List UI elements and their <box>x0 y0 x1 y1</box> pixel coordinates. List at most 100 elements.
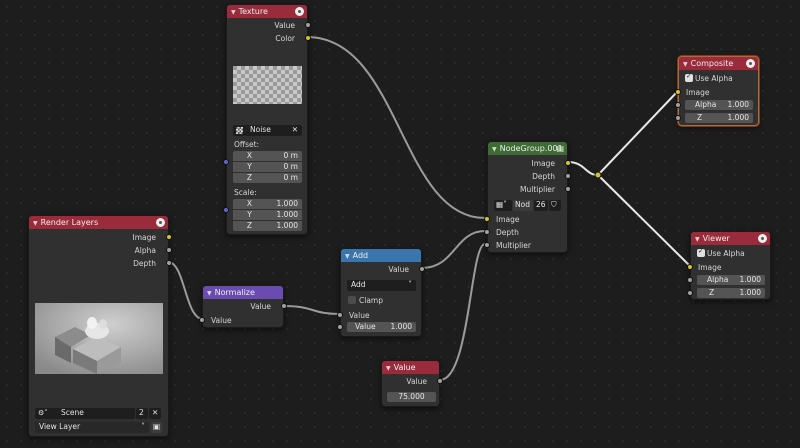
socket-in-alpha[interactable] <box>675 102 681 108</box>
node-title: Composite <box>690 59 734 68</box>
socket-in-multiplier[interactable] <box>484 242 490 248</box>
node-title: Value <box>393 363 416 372</box>
scale-z-field[interactable]: Z 1.000 <box>233 221 302 231</box>
scene-selector[interactable]: ⚙˅ Scene <box>35 408 135 419</box>
value-field[interactable]: 75.000 <box>387 392 436 402</box>
collapse-arrow-icon[interactable]: ▼ <box>33 220 38 227</box>
offset-z-field[interactable]: Z0 m <box>233 173 302 183</box>
socket-out-value[interactable] <box>305 22 311 28</box>
close-icon: ✕ <box>152 408 159 417</box>
use-alpha-checkbox[interactable] <box>697 247 705 257</box>
texture-selector[interactable]: Noise ✕ <box>233 125 302 136</box>
link-group-image-to-reroute <box>567 161 599 176</box>
link-texture-color-to-group-image <box>306 36 486 219</box>
socket-in-z[interactable] <box>687 290 693 296</box>
group-browse-button[interactable]: ▦˅ <box>494 200 512 211</box>
group-users-count[interactable]: 26 <box>534 200 548 211</box>
use-alpha-label: Use Alpha <box>695 74 733 83</box>
z-field[interactable]: Z 1.000 <box>697 288 765 298</box>
fake-user-button[interactable]: ⛉ <box>549 200 561 211</box>
scale-x-field[interactable]: X 1.000 <box>233 199 302 209</box>
scale-label: Scale: <box>234 188 257 197</box>
socket-out-multiplier[interactable] <box>565 186 571 192</box>
add-header[interactable]: ▼ Add <box>341 249 421 262</box>
texture-name: Noise <box>250 125 271 134</box>
output-label-multiplier: Multiplier <box>520 185 555 194</box>
socket-in-depth[interactable] <box>484 229 490 235</box>
composite-node[interactable]: ▼Composite Use Alpha Image Alpha 1.000 Z… <box>675 56 759 126</box>
socket-out-depth[interactable] <box>565 173 571 179</box>
operation-dropdown[interactable]: Add ˅ <box>347 280 416 291</box>
node-title: NodeGroup.001 <box>499 144 563 153</box>
composite-header[interactable]: ▼ Composite <box>679 57 758 70</box>
value-2-field[interactable]: Value 1.000 <box>347 322 416 332</box>
collapse-arrow-icon[interactable]: ▼ <box>207 290 212 297</box>
render-layers-header[interactable]: ▼ Render Layers <box>29 216 168 229</box>
output-label-image: Image <box>132 233 157 242</box>
alpha-field[interactable]: Alpha 1.000 <box>685 100 753 110</box>
socket-in-value-1[interactable] <box>337 312 343 318</box>
render-layer-settings-button[interactable]: ▣ <box>151 422 162 433</box>
render-layers-node[interactable]: ▼ Render Layers Image Alpha Depth ⚙˅ Scen… <box>28 215 172 437</box>
alpha-field[interactable]: Alpha 1.000 <box>697 275 765 285</box>
shield-icon: ⛉ <box>551 200 557 209</box>
scene-name: Scene <box>61 408 84 417</box>
view-layer-dropdown[interactable]: View Layer ˅ <box>35 422 149 433</box>
node-title: Add <box>352 251 369 260</box>
value-node[interactable]: ▼ Value Value 75.000 <box>381 360 443 407</box>
node-title: Texture <box>238 7 268 16</box>
scene-users-count[interactable]: 2 <box>136 408 148 419</box>
value-header[interactable]: ▼ Value <box>382 361 439 374</box>
socket-in-image[interactable] <box>687 264 693 270</box>
socket-in-z[interactable] <box>675 115 681 121</box>
clamp-checkbox[interactable] <box>348 296 356 304</box>
input-label-depth: Depth <box>496 228 519 237</box>
node-group-header[interactable]: ▼ NodeGroup.001 ▤ <box>488 142 567 155</box>
viewer-node[interactable]: ▼Viewer Use Alpha Image Alpha 1.000 Z 1.… <box>687 231 771 300</box>
add-node[interactable]: ▼ Add Value Add ˅ Clamp Value Value 1.000 <box>337 248 425 337</box>
socket-in-image[interactable] <box>484 216 490 222</box>
collapse-arrow-icon[interactable]: ▼ <box>386 365 391 372</box>
socket-out-value[interactable] <box>281 303 287 309</box>
normalize-node[interactable]: ▼ Normalize Value Value <box>199 285 287 328</box>
collapse-arrow-icon[interactable]: ▼ <box>683 61 688 68</box>
socket-out-image[interactable] <box>565 160 571 166</box>
socket-in-image[interactable] <box>675 89 681 95</box>
use-alpha-checkbox[interactable] <box>685 72 693 82</box>
scene-icon: ⚙˅ <box>38 409 48 417</box>
socket-out-alpha[interactable] <box>166 247 172 253</box>
input-label-value: Value <box>211 316 232 325</box>
node-group-node[interactable]: ▼ NodeGroup.001 ▤ Image Depth Multiplier … <box>484 141 571 253</box>
normalize-header[interactable]: ▼ Normalize <box>203 286 283 299</box>
scene-unlink-button[interactable]: ✕ <box>149 408 161 419</box>
offset-x-field[interactable]: X0 m <box>233 151 302 161</box>
texture-node[interactable]: ▼ Texture Value Color Noise ✕ Offset: X0 … <box>223 4 311 235</box>
socket-out-image[interactable] <box>166 234 172 240</box>
socket-in-value[interactable] <box>199 317 205 323</box>
socket-out-color[interactable] <box>305 35 311 41</box>
collapse-arrow-icon[interactable]: ▼ <box>695 236 700 243</box>
collapse-arrow-icon[interactable]: ▼ <box>231 9 236 16</box>
viewer-header[interactable]: ▼ Viewer <box>691 232 770 245</box>
input-label-value-1: Value <box>349 311 370 320</box>
offset-y-field[interactable]: Y0 m <box>233 162 302 172</box>
group-name-field[interactable]: Nod <box>513 200 533 211</box>
chevron-down-icon: ˅ <box>141 422 145 431</box>
node-title: Viewer <box>702 234 730 243</box>
z-field[interactable]: Z 1.000 <box>685 113 753 123</box>
collapse-arrow-icon[interactable]: ▼ <box>345 253 350 260</box>
clamp-label: Clamp <box>359 296 383 305</box>
socket-out-value[interactable] <box>419 266 425 272</box>
texture-node-header[interactable]: ▼ Texture <box>227 5 307 18</box>
scale-y-field[interactable]: Y 1.000 <box>233 210 302 220</box>
socket-in-alpha[interactable] <box>687 277 693 283</box>
texture-preview <box>233 66 302 104</box>
socket-in-value-2[interactable] <box>337 324 343 330</box>
socket-out-depth[interactable] <box>166 260 172 266</box>
view-layer-name: View Layer <box>39 422 81 431</box>
collapse-arrow-icon[interactable]: ▼ <box>492 146 497 153</box>
output-label-value: Value <box>406 377 427 386</box>
close-icon[interactable]: ✕ <box>292 125 298 135</box>
socket-out-value[interactable] <box>437 378 443 384</box>
layers-icon: ▣ <box>153 422 161 431</box>
